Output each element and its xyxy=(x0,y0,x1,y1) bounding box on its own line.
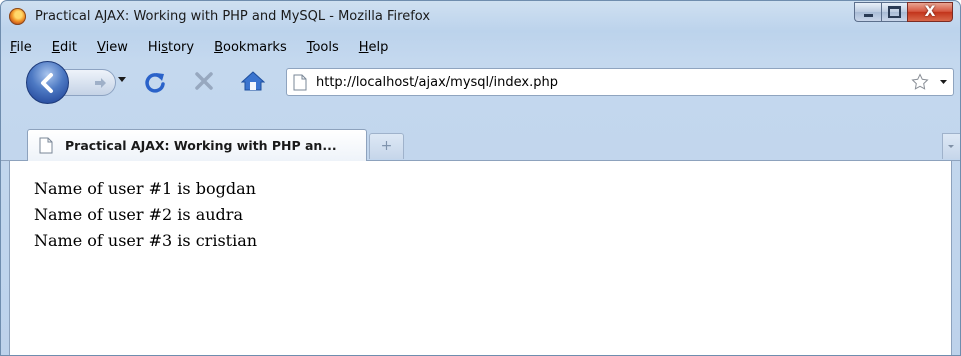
navigation-toolbar: http://localhost/ajax/mysql/index.php xyxy=(1,59,960,105)
menu-bar: File Edit View History Bookmarks Tools H… xyxy=(7,36,405,58)
maximize-icon xyxy=(888,6,901,18)
page-icon xyxy=(293,74,307,91)
address-bar[interactable]: http://localhost/ajax/mysql/index.php xyxy=(286,68,954,96)
user-list: Name of user #1 is bogdan Name of user #… xyxy=(34,176,257,254)
maximize-button[interactable] xyxy=(881,2,907,22)
url-dropdown-icon[interactable] xyxy=(940,80,947,85)
page-content: Name of user #1 is bogdan Name of user #… xyxy=(9,161,952,355)
bookmark-star-icon[interactable] xyxy=(911,73,929,91)
new-tab-button[interactable]: + xyxy=(369,133,404,159)
browser-window: Practical AJAX: Working with PHP and MyS… xyxy=(0,0,961,356)
menu-help[interactable]: Help xyxy=(356,40,392,55)
history-dropdown-icon[interactable] xyxy=(118,77,126,83)
menu-file[interactable]: File xyxy=(7,40,35,55)
caption-buttons: X xyxy=(854,2,953,22)
menu-tools[interactable]: Tools xyxy=(304,40,342,55)
menu-edit[interactable]: Edit xyxy=(49,40,80,55)
user-line-2: Name of user #2 is audra xyxy=(34,205,243,224)
plus-icon: + xyxy=(380,138,393,154)
minimize-icon xyxy=(863,13,873,17)
menu-history[interactable]: History xyxy=(145,40,197,55)
url-input[interactable]: http://localhost/ajax/mysql/index.php xyxy=(316,75,558,90)
minimize-button[interactable] xyxy=(854,2,881,22)
tab-strip: Practical AJAX: Working with PHP an... + xyxy=(1,127,960,161)
firefox-logo-icon xyxy=(9,8,26,25)
menu-view[interactable]: View xyxy=(94,40,131,55)
close-button[interactable]: X xyxy=(907,2,953,22)
back-button[interactable] xyxy=(26,61,69,104)
user-line-3: Name of user #3 is cristian xyxy=(34,231,258,250)
window-title: Practical AJAX: Working with PHP and MyS… xyxy=(35,9,431,24)
user-line-1: Name of user #1 is bogdan xyxy=(34,179,256,198)
tab-active[interactable]: Practical AJAX: Working with PHP an... xyxy=(27,129,367,161)
title-bar[interactable]: Practical AJAX: Working with PHP and MyS… xyxy=(1,1,960,34)
close-icon: X xyxy=(924,4,936,20)
forward-icon xyxy=(95,77,106,88)
tab-page-icon xyxy=(39,137,53,154)
back-icon xyxy=(40,72,53,93)
chevron-down-icon xyxy=(948,145,954,148)
reload-icon[interactable] xyxy=(144,71,166,93)
menu-bookmarks[interactable]: Bookmarks xyxy=(211,40,290,55)
stop-icon[interactable] xyxy=(193,70,215,92)
home-icon[interactable] xyxy=(241,70,265,92)
tab-list-button[interactable] xyxy=(942,133,960,159)
tab-title: Practical AJAX: Working with PHP an... xyxy=(65,138,337,153)
